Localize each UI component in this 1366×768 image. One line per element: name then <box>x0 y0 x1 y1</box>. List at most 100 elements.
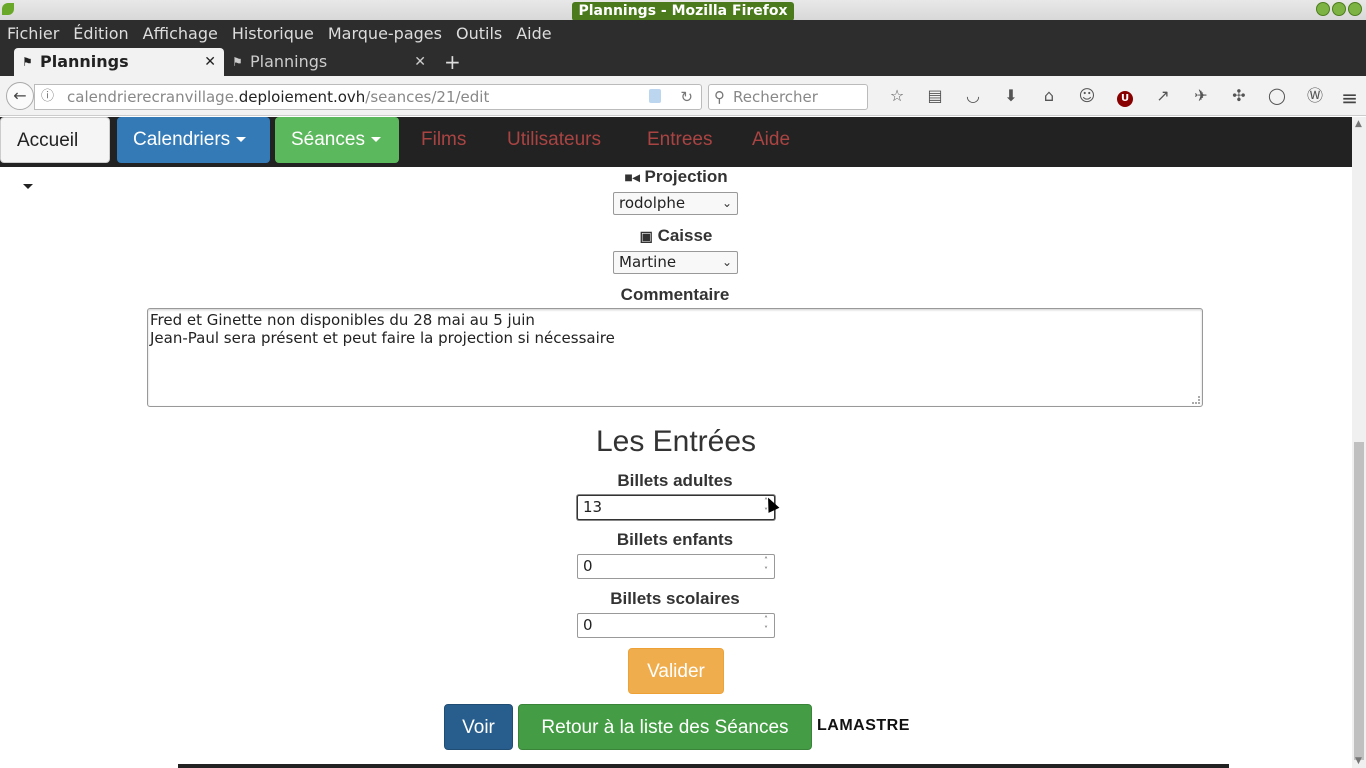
color-icon[interactable]: ◯ <box>1258 84 1296 108</box>
network-icon[interactable]: ✣ <box>1220 84 1258 108</box>
chat-icon[interactable]: ☺ <box>1068 84 1106 108</box>
site-info-icon[interactable]: ⓘ <box>41 85 54 109</box>
spinner-icon[interactable]: ˄ ˅ <box>760 556 772 577</box>
briefcase-icon: ▣ <box>639 228 653 244</box>
projection-select[interactable]: rodolphe ⌄ <box>613 192 738 215</box>
billets-enfants-value: 0 <box>583 557 593 575</box>
tab-label: Plannings <box>250 52 328 71</box>
back-button[interactable]: ← <box>6 82 34 110</box>
video-camera-icon: ■◂ <box>624 169 640 185</box>
chevron-down-icon: ⌄ <box>721 255 732 269</box>
extension-icon[interactable]: ✈ <box>1182 84 1220 108</box>
hamburger-menu-icon[interactable]: ≡ <box>1341 86 1358 110</box>
commentaire-textarea[interactable]: Fred et Ginette non disponibles du 28 ma… <box>147 308 1203 407</box>
city-label: LAMASTRE <box>817 717 910 734</box>
chevron-down-icon: ⌄ <box>721 196 732 210</box>
page-content: Accueil Calendriers Séances Films Utilis… <box>0 117 1352 768</box>
spinner-icon[interactable]: ˄ ˅ <box>760 615 772 636</box>
commentaire-label: Commentaire <box>620 285 730 304</box>
seances-label: Séances <box>291 129 365 150</box>
menu-historique[interactable]: Historique <box>232 24 314 43</box>
calendriers-label: Calendriers <box>133 129 231 150</box>
home-icon[interactable]: ⌂ <box>1030 84 1068 108</box>
reader-view-icon[interactable] <box>649 89 661 103</box>
caisse-value: Martine <box>619 253 677 271</box>
navigation-bar: ← ⓘ calendrierecranvillage.deploiement.o… <box>0 76 1366 116</box>
commentaire-line-2: Jean-Paul sera présent et peut faire la … <box>150 329 615 347</box>
billets-scolaires-label: Billets scolaires <box>610 589 740 608</box>
caisse-label: Caisse <box>657 226 713 245</box>
menu-bar: Fichier Édition Affichage Historique Mar… <box>0 20 1366 46</box>
search-icon: ⚲ <box>714 88 725 106</box>
retour-liste-button[interactable]: Retour à la liste des Séances <box>518 704 812 750</box>
menu-edition[interactable]: Édition <box>73 24 128 43</box>
resize-grip-icon[interactable] <box>1192 396 1200 404</box>
accueil-dropdown[interactable]: Accueil <box>0 117 110 190</box>
caisse-label-group: ▣ Caisse <box>600 226 752 246</box>
bookmark-star-icon[interactable]: ☆ <box>878 84 916 108</box>
menu-fichier[interactable]: Fichier <box>7 24 59 43</box>
caret-down-icon <box>370 137 381 143</box>
url-text: calendrierecranvillage.deploiement.ovh/s… <box>67 88 490 106</box>
entrees-section-title: Les Entrées <box>595 425 757 458</box>
new-tab-icon[interactable]: + <box>444 50 461 74</box>
billets-adultes-input[interactable]: 13 ˄ ˅ <box>577 495 775 520</box>
footer-divider <box>178 764 1229 768</box>
nav-link-entrees[interactable]: Entrees <box>647 117 712 163</box>
scrollbar-thumb[interactable] <box>1354 442 1364 760</box>
bookmarks-list-icon[interactable]: ▤ <box>916 84 954 108</box>
commentaire-line-1: Fred et Ginette non disponibles du 28 ma… <box>150 311 535 329</box>
search-input[interactable]: ⚲ Rechercher <box>708 84 868 110</box>
page-scrollbar[interactable]: ▲ ▼ <box>1352 117 1366 768</box>
app-navbar: Accueil Calendriers Séances Films Utilis… <box>0 117 1352 190</box>
window-titlebar: Plannings - Mozilla Firefox <box>0 0 1366 21</box>
billets-scolaires-input[interactable]: 0 ˄ ˅ <box>577 613 775 638</box>
close-tab-icon[interactable]: ✕ <box>414 48 426 76</box>
caret-down-icon <box>236 137 247 143</box>
menu-affichage[interactable]: Affichage <box>143 24 218 43</box>
calendriers-dropdown[interactable]: Calendriers <box>117 117 270 163</box>
url-bar[interactable]: ⓘ calendrierecranvillage.deploiement.ovh… <box>34 84 702 110</box>
billets-enfants-input[interactable]: 0 ˄ ˅ <box>577 554 775 579</box>
billets-adultes-label: Billets adultes <box>617 471 733 490</box>
window-title: Plannings - Mozilla Firefox <box>572 2 794 21</box>
close-tab-icon[interactable]: ✕ <box>204 48 216 76</box>
caret-down-icon <box>23 184 33 190</box>
billets-scolaires-value: 0 <box>583 616 593 634</box>
valider-button[interactable]: Valider <box>628 648 724 694</box>
menu-aide[interactable]: Aide <box>516 24 551 43</box>
window-controls <box>1316 2 1362 16</box>
tab-bar: ⚑ Plannings ✕ ⚑ Plannings ✕ <box>0 46 1366 76</box>
wordpress-icon[interactable]: Ⓦ <box>1296 84 1334 108</box>
tab-plannings[interactable]: ⚑ Plannings ✕ <box>224 48 434 76</box>
tab-label: Plannings <box>40 52 129 71</box>
pen-icon[interactable]: ↗ <box>1144 84 1182 108</box>
reload-icon[interactable]: ↻ <box>680 85 693 109</box>
app-leaf-icon <box>2 3 14 15</box>
menu-marque-pages[interactable]: Marque-pages <box>328 24 442 43</box>
scroll-down-icon[interactable]: ▼ <box>1355 756 1362 766</box>
seances-dropdown[interactable]: Séances <box>275 117 399 163</box>
billets-enfants-label: Billets enfants <box>616 530 734 549</box>
close-window-button[interactable] <box>1348 2 1362 16</box>
billets-adultes-value: 13 <box>583 498 603 516</box>
pocket-icon[interactable]: ◡ <box>954 84 992 108</box>
nav-link-films[interactable]: Films <box>421 117 466 163</box>
voir-button[interactable]: Voir <box>444 704 513 750</box>
ublock-icon[interactable]: U <box>1106 84 1144 108</box>
nav-link-utilisateurs[interactable]: Utilisateurs <box>507 117 601 163</box>
search-placeholder: Rechercher <box>733 88 818 106</box>
favicon-icon: ⚑ <box>232 55 243 69</box>
nav-link-aide[interactable]: Aide <box>752 117 790 163</box>
toolbar-icons: ☆ ▤ ◡ ⬇ ⌂ ☺ U ↗ ✈ ✣ ◯ Ⓦ <box>878 84 1334 108</box>
download-icon[interactable]: ⬇ <box>992 84 1030 108</box>
maximize-button[interactable] <box>1332 2 1346 16</box>
scroll-up-icon[interactable]: ▲ <box>1355 119 1362 129</box>
tab-plannings-active[interactable]: ⚑ Plannings ✕ <box>14 48 224 76</box>
projection-value: rodolphe <box>619 194 686 212</box>
favicon-icon: ⚑ <box>22 55 33 69</box>
menu-outils[interactable]: Outils <box>456 24 502 43</box>
projection-label: Projection <box>644 167 728 186</box>
minimize-button[interactable] <box>1316 2 1330 16</box>
caisse-select[interactable]: Martine ⌄ <box>613 251 738 274</box>
